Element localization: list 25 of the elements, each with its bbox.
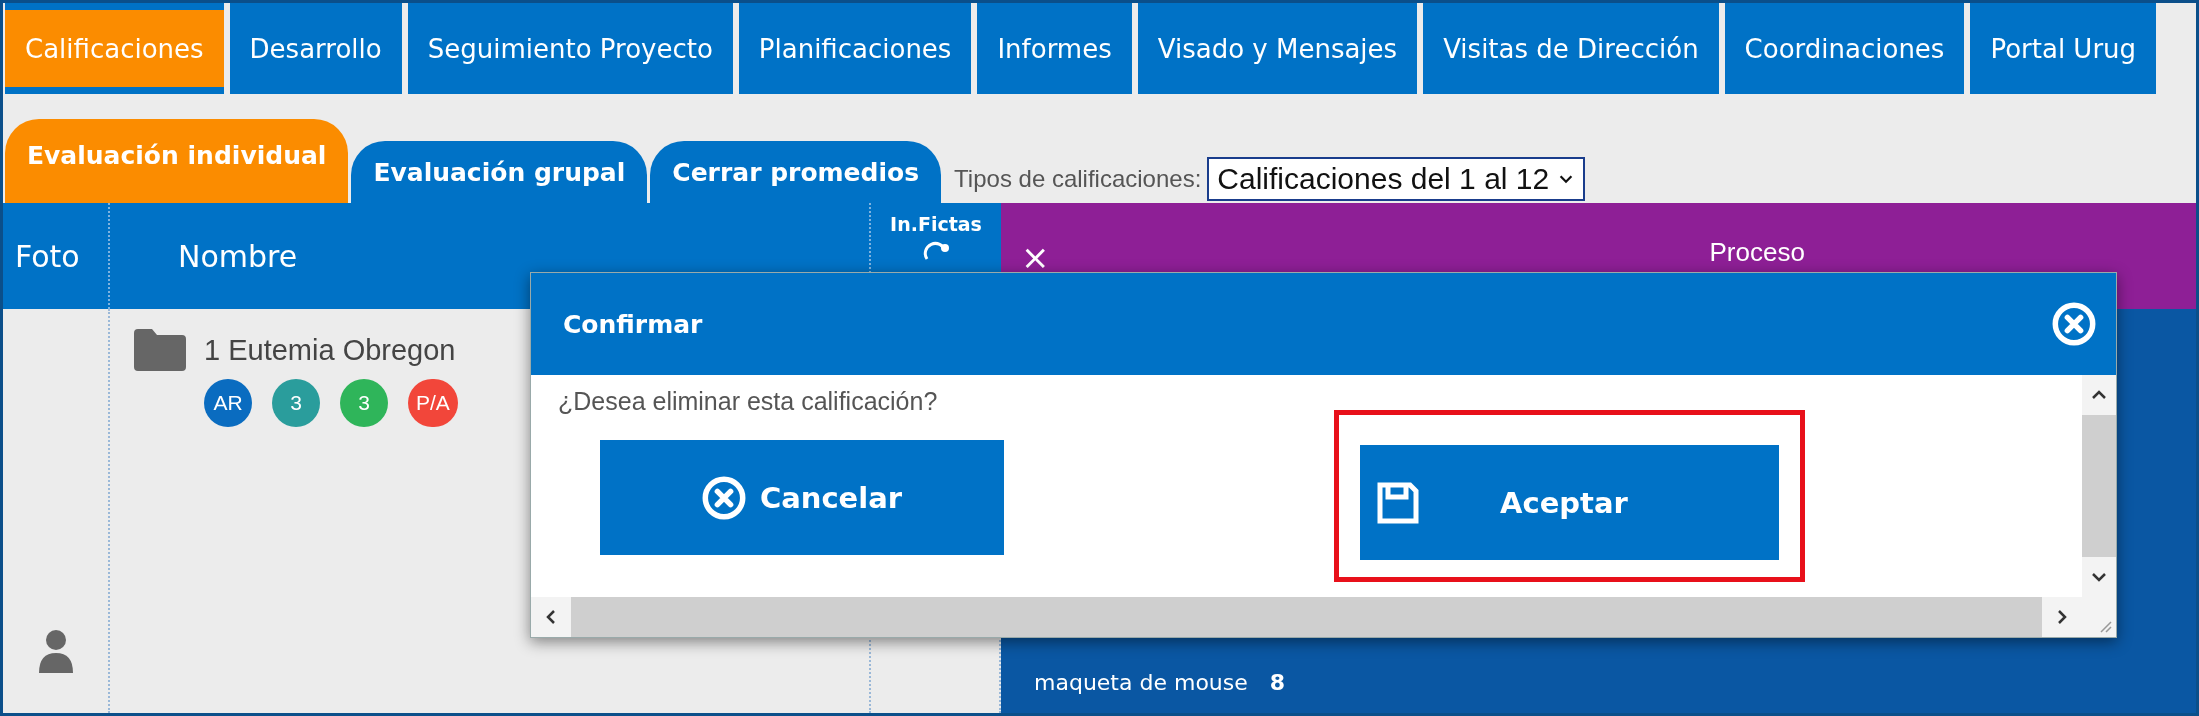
close-icon	[2052, 302, 2096, 346]
column-header: Foto	[3, 203, 110, 309]
close-icon	[701, 475, 746, 520]
sub-tab[interactable]: Evaluación grupal	[351, 141, 648, 203]
grade-badge: P/A	[408, 379, 458, 427]
folder-icon[interactable]	[134, 329, 186, 371]
vertical-scrollbar[interactable]	[2082, 375, 2116, 597]
accept-button[interactable]: Aceptar	[1360, 445, 1779, 560]
column-label: In.Fictas	[890, 213, 982, 235]
horizontal-scrollbar[interactable]	[531, 597, 2082, 637]
grade-type-label: Tipos de calificaciones:	[954, 165, 1202, 193]
dialog-message: ¿Desea eliminar esta calificación?	[558, 387, 939, 416]
student-name[interactable]: 1 Eutemia Obregon	[204, 333, 456, 367]
group-title: Proceso	[1709, 237, 1805, 268]
grade-badge: AR	[204, 379, 252, 427]
grade-badge: 3	[272, 379, 320, 427]
sub-tab[interactable]: Cerrar promedios	[650, 141, 942, 203]
grade-badge: 3	[340, 379, 388, 427]
cancel-button[interactable]: Cancelar	[600, 440, 1004, 555]
grade-type-select[interactable]: Calificaciones del 1 al 12	[1207, 157, 1586, 201]
dialog-title: Confirmar	[563, 309, 703, 339]
person-icon	[36, 629, 75, 673]
assignment-name: maqueta de mouse	[1034, 670, 1248, 695]
grade-value: 8	[1269, 670, 1286, 695]
resize-grip-icon[interactable]	[2098, 619, 2112, 633]
